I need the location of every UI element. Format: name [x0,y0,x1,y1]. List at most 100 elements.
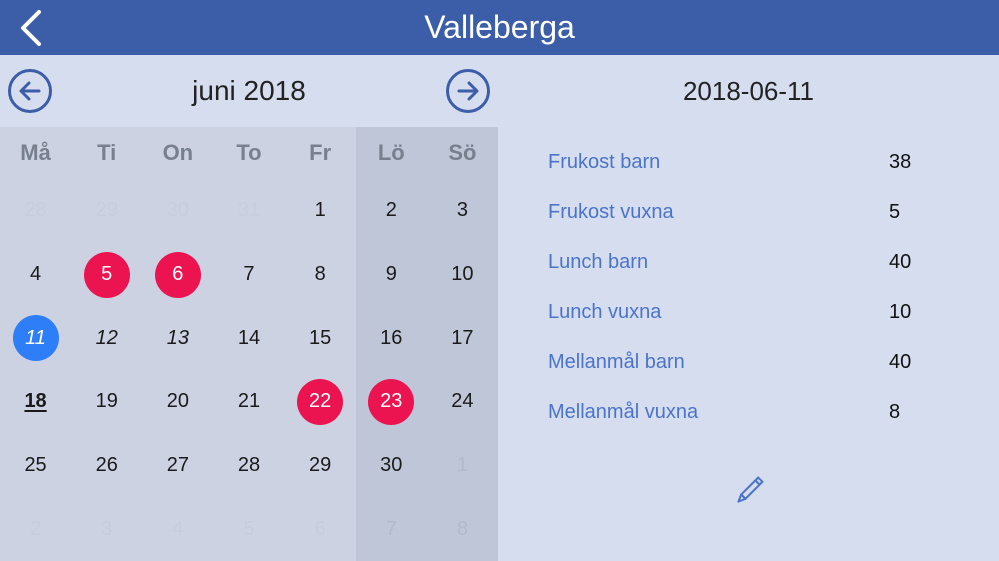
calendar-week-row: 28 29 30 31 123 [0,179,498,243]
next-month-button[interactable] [446,69,490,113]
calendar-day[interactable]: 21 [213,370,284,434]
calendar-day-number: 16 [368,315,414,361]
calendar-day-number: 30 [368,443,414,489]
calendar-day[interactable]: 30 [142,179,213,243]
calendar-day[interactable]: 5 [71,243,142,307]
calendar-day-number: 26 [84,443,130,489]
calendar-day[interactable]: 27 [142,434,213,498]
calendar-day-number: 1 [297,188,343,234]
calendar-day[interactable]: 6 [285,497,356,561]
detail-label: Mellanmål barn [548,351,889,374]
weekday-header: On [142,127,213,179]
weekday-header: Sö [427,127,498,179]
calendar-day[interactable]: 8 [285,243,356,307]
back-button[interactable] [6,0,56,55]
weekday-header: To [213,127,284,179]
calendar-week-row: 25 26 27 28 29 30 1 [0,434,498,498]
detail-value: 10 [889,301,959,324]
calendar-day-number: 27 [155,443,201,489]
detail-label: Lunch vuxna [548,301,889,324]
calendar-day-number: 7 [226,252,272,298]
arrow-left-icon [19,80,41,102]
detail-row: Lunch barn40 [548,237,959,287]
calendar-day-number: 24 [439,379,485,425]
calendar-day-number: 5 [84,252,130,298]
calendar-week-row: 2345678 [0,497,498,561]
pencil-icon [729,471,769,511]
weekday-header: Ti [71,127,142,179]
calendar-day-number: 9 [368,252,414,298]
detail-row: Lunch vuxna10 [548,287,959,337]
detail-row: Frukost barn38 [548,137,959,187]
month-navigation: juni 2018 [0,55,498,127]
calendar-day[interactable]: 23 [356,370,427,434]
calendar-day-number: 28 [13,188,59,234]
calendar-day[interactable]: 11 [0,306,71,370]
calendar-day[interactable]: 7 [213,243,284,307]
calendar-day[interactable]: 6 [142,243,213,307]
calendar-day[interactable]: 12 [71,306,142,370]
calendar-day[interactable]: 4 [142,497,213,561]
calendar-day[interactable]: 5 [213,497,284,561]
calendar-day[interactable]: 19 [71,370,142,434]
calendar-day[interactable]: 1 [427,434,498,498]
calendar-day[interactable]: 30 [356,434,427,498]
calendar-day[interactable]: 7 [356,497,427,561]
edit-button[interactable] [725,467,773,515]
detail-label: Lunch barn [548,251,889,274]
calendar-day[interactable]: 8 [427,497,498,561]
calendar-day[interactable]: 13 [142,306,213,370]
calendar-day[interactable]: 24 [427,370,498,434]
calendar-day[interactable]: 29 [71,179,142,243]
calendar-day[interactable]: 29 [285,434,356,498]
calendar-day[interactable]: 3 [427,179,498,243]
calendar-day-number: 13 [155,315,201,361]
calendar-day-number: 30 [155,188,201,234]
calendar-day[interactable]: 15 [285,306,356,370]
calendar-day[interactable]: 28 [213,434,284,498]
calendar-day-number: 18 [13,379,59,425]
calendar-day[interactable]: 22 [285,370,356,434]
calendar-day-number: 7 [368,506,414,552]
calendar-day[interactable]: 18 [0,370,71,434]
calendar-day[interactable]: 4 [0,243,71,307]
calendar-day[interactable]: 16 [356,306,427,370]
calendar-day-number: 23 [368,379,414,425]
calendar-day-number: 1 [439,443,485,489]
calendar-day[interactable]: 25 [0,434,71,498]
calendar-day[interactable]: 3 [71,497,142,561]
calendar-day[interactable]: 31 [213,179,284,243]
detail-value: 8 [889,401,959,424]
calendar-week-row: 456789 10 [0,243,498,307]
calendar-day-number: 4 [13,252,59,298]
calendar-day[interactable]: 2 [356,179,427,243]
detail-list: Frukost barn38Frukost vuxna5Lunch barn40… [498,127,999,437]
calendar-day[interactable]: 2 [0,497,71,561]
calendar-day-number: 20 [155,379,201,425]
prev-month-button[interactable] [8,69,52,113]
page-title: Valleberga [424,9,575,46]
calendar-day[interactable]: 20 [142,370,213,434]
detail-value: 5 [889,201,959,224]
detail-panel: 2018-06-11 Frukost barn38Frukost vuxna5L… [498,55,999,561]
calendar-day-number: 14 [226,315,272,361]
calendar-day[interactable]: 1 [285,179,356,243]
calendar-day-number: 8 [297,252,343,298]
weekday-header-row: MåTiOnToFrLöSö [0,127,498,179]
app-header: Valleberga [0,0,999,55]
calendar-day-number: 8 [439,506,485,552]
detail-row: Mellanmål barn40 [548,337,959,387]
calendar-day-number: 3 [84,506,130,552]
selected-date: 2018-06-11 [498,55,999,127]
calendar-day-number: 29 [297,443,343,489]
weekday-header: Må [0,127,71,179]
calendar-day[interactable]: 14 [213,306,284,370]
calendar-day[interactable]: 10 [427,243,498,307]
detail-value: 40 [889,251,959,274]
calendar-day-number: 28 [226,443,272,489]
calendar-day[interactable]: 17 [427,306,498,370]
calendar-day[interactable]: 26 [71,434,142,498]
month-label: juni 2018 [192,75,306,107]
calendar-day[interactable]: 9 [356,243,427,307]
calendar-day[interactable]: 28 [0,179,71,243]
